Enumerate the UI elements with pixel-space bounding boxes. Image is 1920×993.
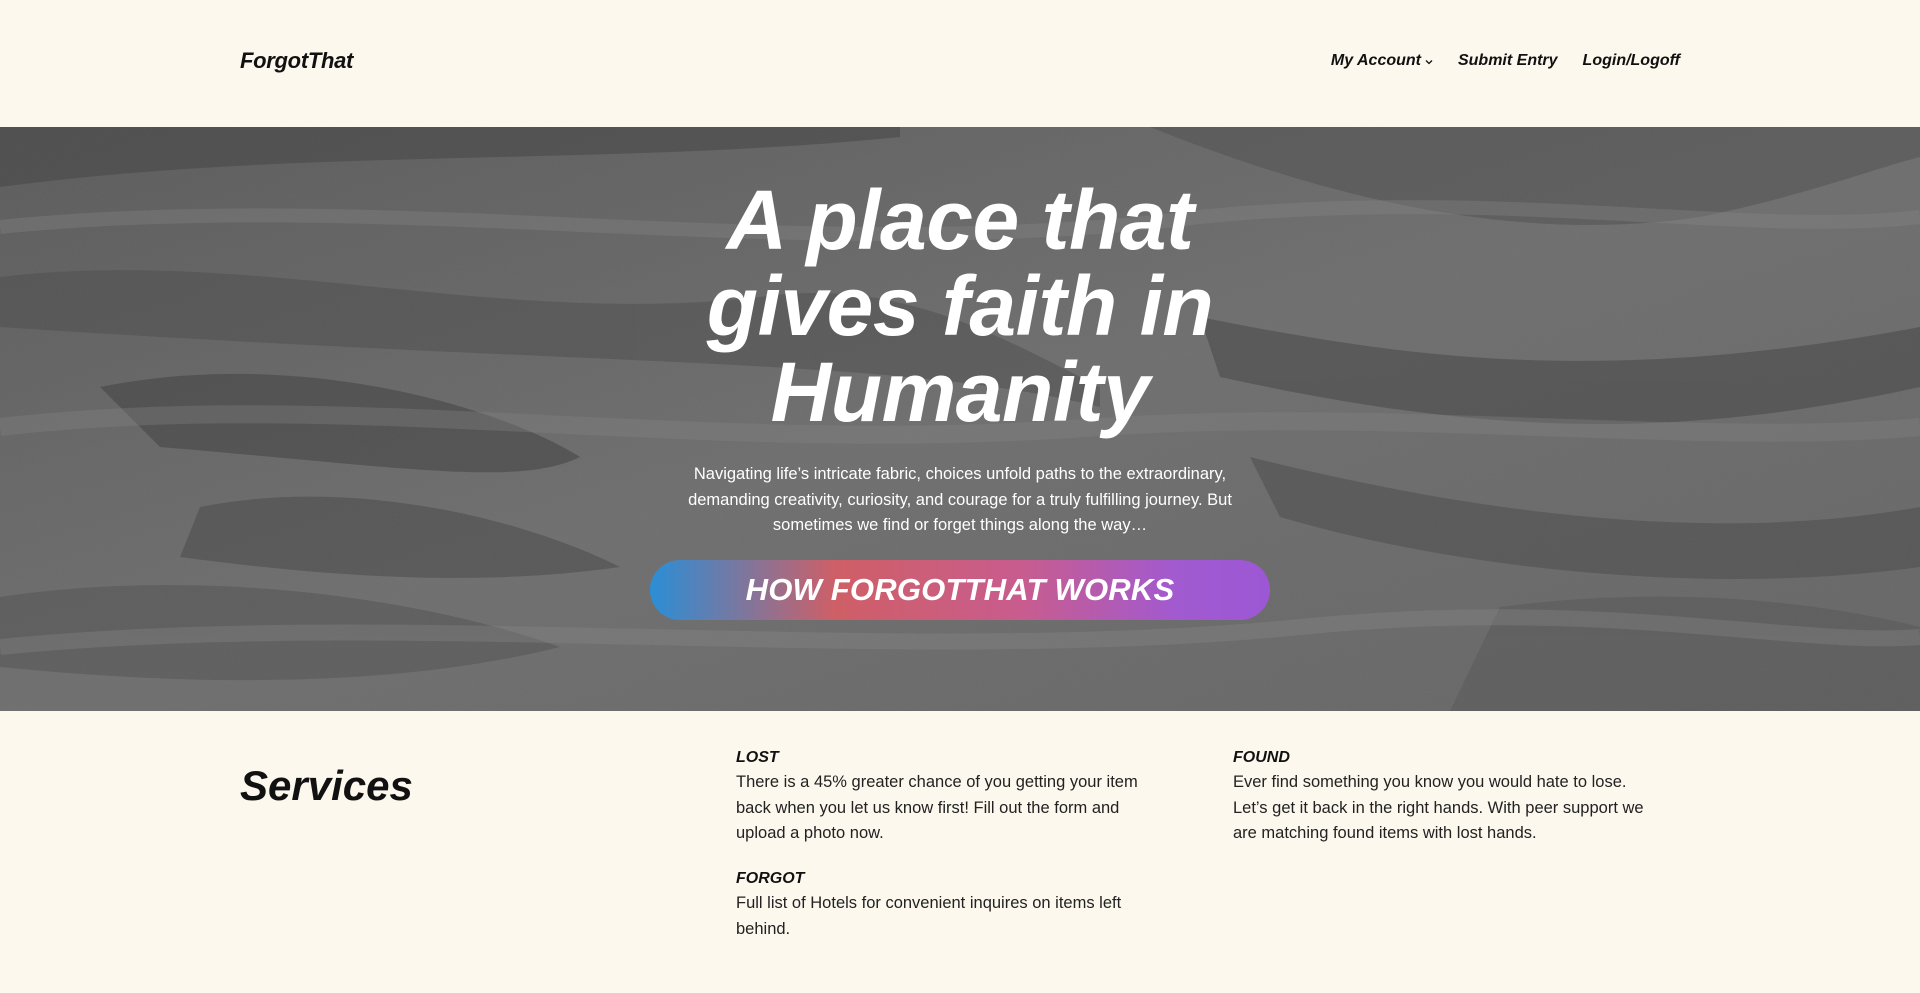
nav-submit-entry[interactable]: Submit Entry [1458, 52, 1558, 70]
hero-section: A place that gives faith in Humanity Nav… [0, 127, 1920, 711]
hero-title-line-2: gives faith in [706, 259, 1214, 353]
hero-title-line-1: A place that [726, 173, 1195, 267]
hero-title-line-3: Humanity [770, 345, 1150, 439]
site-logo[interactable]: ForgotThat [240, 48, 353, 74]
service-lost-heading: LOST [736, 749, 779, 766]
service-lost-text: There is a 45% greater chance of you get… [736, 773, 1138, 842]
site-header: ForgotThat My Account Submit Entry Login… [0, 0, 1920, 127]
service-forgot: FORGOT Full list of Hotels for convenien… [736, 869, 1156, 942]
how-it-works-button[interactable]: HOW FORGOTTHAT WORKS [650, 560, 1270, 620]
hero-title: A place that gives faith in Humanity [0, 177, 1920, 435]
nav-my-account-label: My Account [1330, 52, 1421, 69]
service-forgot-heading: FORGOT [736, 870, 805, 887]
service-found-text: Ever find something you know you would h… [1233, 773, 1644, 842]
main-nav: My Account Submit Entry Login/Logoff [1331, 52, 1680, 70]
nav-my-account[interactable]: My Account [1331, 52, 1433, 70]
services-title: Services [240, 762, 413, 809]
hero-subtitle: Navigating life’s intricate fabric, choi… [688, 465, 1232, 534]
nav-login-logoff[interactable]: Login/Logoff [1583, 52, 1680, 70]
service-lost: LOST There is a 45% greater chance of yo… [736, 748, 1156, 847]
service-found: FOUND Ever find something you know you w… [1233, 748, 1653, 847]
service-forgot-text: Full list of Hotels for convenient inqui… [736, 894, 1122, 938]
service-found-heading: FOUND [1233, 749, 1290, 766]
chevron-down-icon [1425, 59, 1433, 64]
